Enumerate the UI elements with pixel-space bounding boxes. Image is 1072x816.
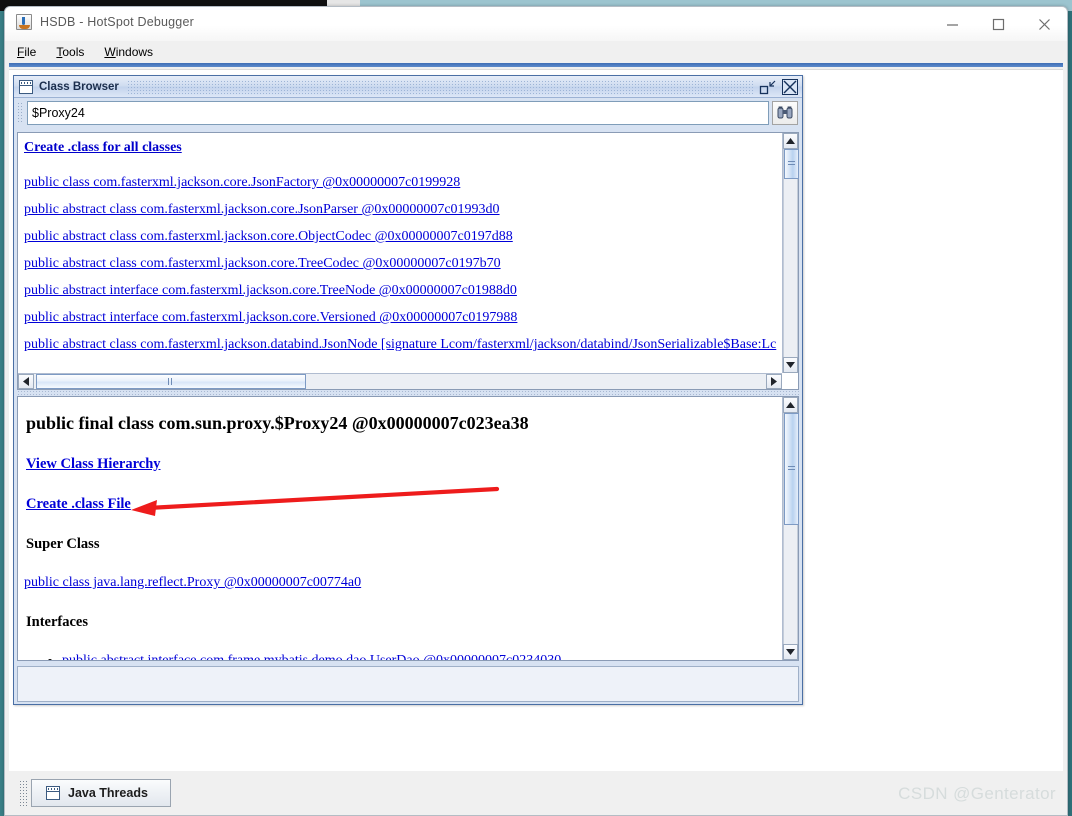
scroll-left-arrow-icon[interactable]	[18, 374, 34, 389]
class-browser-titlebar[interactable]: Class Browser	[14, 76, 802, 98]
class-browser-internal-frame: Class Browser $Proxy24 Create .class for…	[13, 75, 803, 705]
menubar: File Tools Windows	[5, 41, 1067, 63]
class-link-5[interactable]: public abstract interface com.fasterxml.…	[24, 311, 776, 325]
close-button[interactable]	[1021, 7, 1067, 41]
class-detail-vertical-scrollbar[interactable]	[782, 397, 799, 660]
class-list-vertical-scrollbar[interactable]	[782, 133, 799, 373]
create-class-for-all-classes-link[interactable]: Create .class for all classes	[24, 141, 776, 155]
detail-scroll-up-arrow-icon[interactable]	[783, 397, 798, 413]
class-detail-title: public final class com.sun.proxy.$Proxy2…	[26, 413, 529, 433]
class-link-2[interactable]: public abstract class com.fasterxml.jack…	[24, 230, 776, 244]
super-class-heading: Super Class	[26, 536, 100, 552]
maximize-button[interactable]	[975, 7, 1021, 41]
class-search-input[interactable]	[27, 101, 769, 125]
interfaces-heading: Interfaces	[26, 614, 89, 630]
csdn-watermark: CSDN @Genterator	[898, 784, 1056, 803]
mdi-desktop-pane: Class Browser $Proxy24 Create .class for…	[9, 69, 1063, 771]
class-link-3[interactable]: public abstract class com.fasterxml.jack…	[24, 257, 776, 271]
titlebar-texture-fill	[126, 79, 754, 94]
view-class-hierarchy-link[interactable]: View Class Hierarchy	[26, 456, 161, 473]
super-class-link[interactable]: public class java.lang.reflect.Proxy @0x…	[24, 575, 361, 590]
class-list-scroll-thumb[interactable]	[784, 149, 799, 179]
class-link-4[interactable]: public abstract interface com.fasterxml.…	[24, 284, 776, 298]
class-browser-restore-button[interactable]	[758, 79, 778, 95]
window-controls	[929, 7, 1067, 41]
create-class-file-row: Create .class File	[24, 496, 776, 513]
interfaces-list: public abstract interface com.frame.myba…	[62, 653, 776, 660]
create-class-file-link[interactable]: Create .class File	[26, 496, 131, 513]
menu-windows-mnemonic: W	[104, 45, 116, 59]
titlebar-left-group: HSDB - HotSpot Debugger	[16, 14, 194, 30]
window-frame-icon	[46, 786, 60, 800]
search-button[interactable]	[772, 101, 798, 125]
class-link-6[interactable]: public abstract class com.fasterxml.jack…	[24, 338, 776, 352]
class-browser-close-button[interactable]	[782, 78, 798, 95]
list-item: public abstract interface com.frame.myba…	[62, 653, 776, 660]
menu-file-rest: ile	[24, 45, 37, 59]
class-detail-scroll-thumb[interactable]	[784, 413, 799, 525]
class-list-hscroll-thumb[interactable]	[36, 374, 306, 389]
menu-tools-rest: ools	[62, 45, 85, 59]
class-list-scroll-track[interactable]	[783, 149, 799, 357]
menu-file[interactable]: File	[15, 44, 38, 60]
class-detail-pane: public final class com.sun.proxy.$Proxy2…	[17, 396, 799, 661]
menu-tools[interactable]: Tools	[54, 44, 86, 60]
java-coffee-cup-icon	[16, 14, 32, 30]
class-link-0[interactable]: public class com.fasterxml.jackson.core.…	[24, 176, 776, 190]
class-link-1[interactable]: public abstract class com.fasterxml.jack…	[24, 203, 776, 217]
right-teal-edge	[1068, 11, 1072, 816]
class-list-horizontal-scrollbar[interactable]	[18, 373, 782, 389]
class-detail-scroll-track[interactable]	[783, 413, 799, 644]
class-detail-content: public final class com.sun.proxy.$Proxy2…	[18, 397, 782, 660]
window-title: HSDB - HotSpot Debugger	[40, 15, 194, 29]
binoculars-icon	[777, 106, 793, 119]
class-list-content: Create .class for all classes public cla…	[18, 133, 782, 371]
java-threads-button[interactable]: Java Threads	[31, 779, 171, 807]
class-list-viewport: Create .class for all classes public cla…	[18, 133, 782, 373]
menu-windows[interactable]: Windows	[102, 44, 155, 60]
interface-link-0[interactable]: public abstract interface com.frame.myba…	[62, 653, 561, 660]
class-browser-search-row	[14, 98, 802, 128]
minimize-button[interactable]	[929, 7, 975, 41]
class-browser-title: Class Browser	[39, 80, 119, 93]
java-threads-label: Java Threads	[68, 786, 148, 800]
detail-scroll-down-arrow-icon[interactable]	[783, 644, 798, 660]
scroll-right-arrow-icon[interactable]	[766, 374, 782, 389]
class-browser-body: Create .class for all classes public cla…	[17, 132, 799, 702]
class-browser-statusbar	[17, 666, 799, 702]
view-class-hierarchy-row: View Class Hierarchy	[24, 456, 776, 473]
menu-windows-rest: indows	[115, 45, 154, 59]
super-class-row: public class java.lang.reflect.Proxy @0x…	[24, 575, 776, 591]
scroll-down-arrow-icon[interactable]	[783, 357, 798, 373]
toolbar-grip[interactable]	[17, 102, 24, 124]
hsdb-main-window: HSDB - HotSpot Debugger File Tools Windo…	[4, 6, 1068, 816]
dock-grip[interactable]	[19, 780, 27, 806]
class-list-pane: Create .class for all classes public cla…	[17, 132, 799, 390]
class-detail-viewport: public final class com.sun.proxy.$Proxy2…	[18, 397, 782, 660]
window-titlebar: HSDB - HotSpot Debugger	[5, 7, 1067, 41]
window-frame-icon	[19, 79, 33, 94]
menubar-accent-line	[9, 63, 1063, 67]
scroll-up-arrow-icon[interactable]	[783, 133, 798, 149]
